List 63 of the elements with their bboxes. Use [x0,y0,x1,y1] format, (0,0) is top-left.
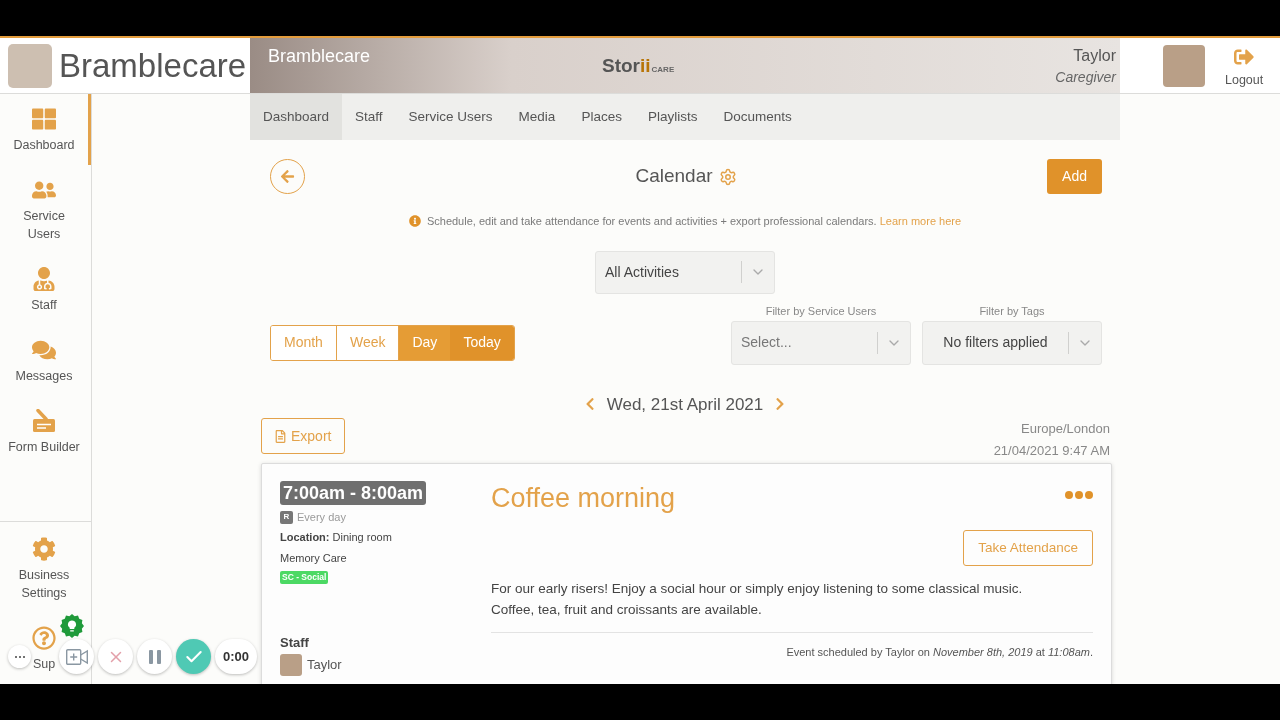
chat-bubbles-icon [32,338,56,362]
staff-heading: Staff [280,634,309,651]
settings-icon [32,537,56,561]
sidebar-item[interactable]: Business Settings [0,524,91,613]
nav-tab[interactable]: Dashboard [250,94,343,140]
event-description: For our early risers! Enjoy a social hour or simply enjoy listening to some classical music. Coffee, tea, fruit and croissants are available. [491,580,1024,619]
current-time: 21/04/2021 9:47 AM [993,442,1110,460]
lightbulb-badge-icon[interactable] [60,614,84,638]
event-footer: Event scheduled by Taylor on November 8th, 2019 at 11:08am. [491,644,1093,661]
help-icon [32,626,56,650]
sidebar-item[interactable]: Form Builder [0,396,91,467]
banner-title: Bramblecare [268,45,372,68]
event-tag: SC - Social [280,571,329,584]
sidebar-item[interactable]: Dashboard [0,94,91,165]
previous-day-icon[interactable] [584,397,595,412]
document-icon [275,429,286,443]
back-arrow-icon [280,169,295,184]
sidebar-item[interactable]: Staff [0,254,91,325]
event-location: Location: Dining room [280,530,392,545]
nav-tab[interactable]: Playlists [634,94,711,140]
pencil-form-icon [32,409,56,433]
avatar-placeholder [280,654,302,676]
settings-icon[interactable] [718,167,737,186]
grid-icon [32,107,56,131]
nav-tab[interactable]: Service Users [395,94,506,140]
nav-tab[interactable]: Places [568,94,635,140]
pause-icon [148,649,161,664]
nav-tab[interactable]: Staff [342,94,396,140]
nav-tab[interactable]: Documents [710,94,805,140]
more-options-icon[interactable] [1065,491,1093,499]
event-time: 7:00am - 8:00am [280,481,427,505]
event-title: Coffee morning [491,482,676,515]
activity-select[interactable]: All Activities [595,250,775,294]
timezone: Europe/London [1021,420,1110,438]
event-group: Memory Care [280,551,347,566]
filter-label: Filter by Tags [979,303,1045,319]
filter-label: Filter by Service Users [765,303,877,319]
page-title: Calendar [635,164,713,189]
staff-name: Taylor [307,656,342,675]
more-icon [14,655,25,658]
avatar-placeholder [1163,44,1205,87]
recurrence-text: Every day [297,510,346,524]
user-name: Taylor [1073,45,1116,66]
filter-select[interactable]: No filters applied [922,320,1102,365]
user-role: Caregiver [1055,67,1116,87]
logo-wordmark: Storii [602,54,651,79]
info-text: Schedule, edit and take attendance for events and activities + export professional calendars. Learn more here [426,214,962,229]
doctor-icon [32,267,56,291]
current-date: Wed, 21st April 2021 [606,393,764,416]
logo-tagline: CARE [651,64,675,77]
photo-placeholder [8,43,52,88]
nav-tab[interactable]: Media [505,94,569,140]
organization-name: Bramblecare [59,49,247,82]
sidebar-item[interactable]: Messages [0,325,91,396]
recurrence-badge: R [280,510,293,524]
next-day-icon[interactable] [775,397,786,412]
video-plus-icon [65,648,88,665]
logout-icon [1233,47,1256,67]
sidebar-item[interactable]: Service Users [0,165,91,254]
info-icon [408,215,421,228]
logout-button[interactable]: Logout [1225,43,1264,88]
filter-select[interactable]: Select... [731,320,911,365]
sidebar-item[interactable]: Sup [32,613,59,684]
